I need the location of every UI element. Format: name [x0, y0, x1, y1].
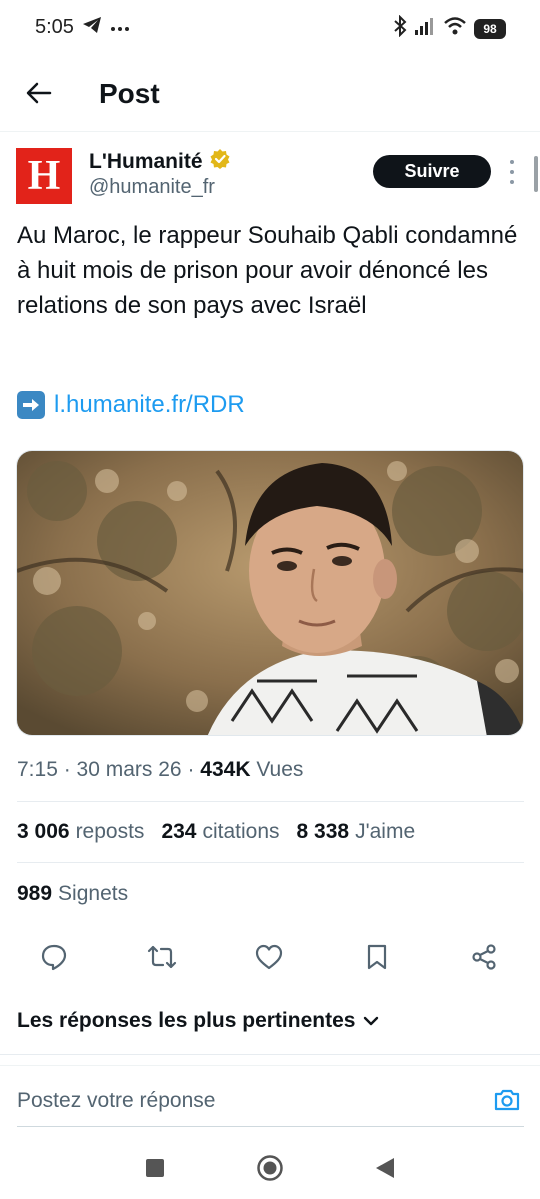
- tweet-text: Au Maroc, le rappeur Souhaib Qabli conda…: [17, 222, 518, 319]
- views-count: 434K: [200, 758, 251, 781]
- views-label[interactable]: Vues: [256, 758, 303, 781]
- author-handle[interactable]: @humanite_fr: [89, 176, 215, 199]
- quotes-stat[interactable]: 234 citations: [161, 820, 279, 844]
- telegram-icon: [82, 16, 102, 39]
- reply-underline: [17, 1126, 524, 1127]
- tweet-image[interactable]: [16, 450, 524, 736]
- avatar-logo-letter: H: [27, 153, 61, 199]
- battery-icon: 98: [474, 18, 506, 39]
- status-time: 5:05: [35, 16, 74, 38]
- bookmarks-stat[interactable]: 989 Signets: [17, 882, 128, 906]
- tweet-date: 30 mars 26: [76, 758, 182, 781]
- reposts-stat[interactable]: 3 006 reposts: [17, 820, 144, 844]
- page-title: Post: [99, 78, 160, 109]
- bookmark-icon[interactable]: [360, 940, 394, 974]
- reply-icon[interactable]: [37, 940, 71, 974]
- link-url[interactable]: l.humanite.fr/RDR: [54, 391, 245, 419]
- more-notifications-icon: [110, 19, 130, 37]
- bluetooth-icon: [393, 14, 407, 42]
- share-icon[interactable]: [467, 940, 501, 974]
- app-header: Post: [0, 56, 540, 132]
- wifi-icon: [443, 16, 467, 41]
- display-name-text: L'Humanité: [89, 150, 203, 173]
- replies-sort-dropdown[interactable]: Les réponses les plus pertinentes: [17, 1009, 379, 1033]
- back-button[interactable]: [22, 76, 56, 110]
- tweet-meta: 7:15 · 30 mars 26 · 434K Vues: [17, 758, 304, 781]
- system-nav-bar: [0, 1135, 540, 1199]
- home-icon[interactable]: [255, 1153, 285, 1183]
- more-options-icon[interactable]: [505, 160, 519, 184]
- divider: [17, 801, 524, 802]
- chevron-down-icon: [364, 1016, 379, 1026]
- follow-button[interactable]: Suivre: [373, 155, 491, 188]
- back-arrow-icon: [26, 82, 52, 104]
- author-avatar[interactable]: H: [16, 148, 72, 204]
- status-bar: 5:05 98: [0, 0, 540, 56]
- scrollbar[interactable]: [534, 156, 538, 192]
- repost-icon[interactable]: [145, 940, 179, 974]
- engagement-stats: 3 006 reposts 234 citations 8 338 J'aime: [17, 820, 415, 844]
- signal-icon: [414, 16, 436, 41]
- author-display-name[interactable]: L'Humanité: [89, 148, 231, 176]
- verified-badge-icon: [209, 148, 231, 176]
- tweet-link[interactable]: l.humanite.fr/RDR: [17, 391, 245, 419]
- like-heart-icon[interactable]: [252, 940, 286, 974]
- divider: [17, 862, 524, 863]
- action-bar: [0, 940, 540, 974]
- tweet-time: 7:15: [17, 758, 58, 781]
- reply-input[interactable]: Postez votre réponse: [17, 1089, 215, 1113]
- replies-sort-label: Les réponses les plus pertinentes: [17, 1009, 356, 1032]
- reply-composer: Postez votre réponse: [0, 1065, 540, 1127]
- recent-apps-icon[interactable]: [140, 1153, 170, 1183]
- camera-icon[interactable]: [492, 1086, 522, 1114]
- likes-stat[interactable]: 8 338 J'aime: [297, 820, 416, 844]
- divider: [0, 1054, 540, 1055]
- portrait-photo: [17, 451, 523, 735]
- right-arrow-emoji-icon: [17, 391, 45, 419]
- back-nav-icon[interactable]: [370, 1153, 400, 1183]
